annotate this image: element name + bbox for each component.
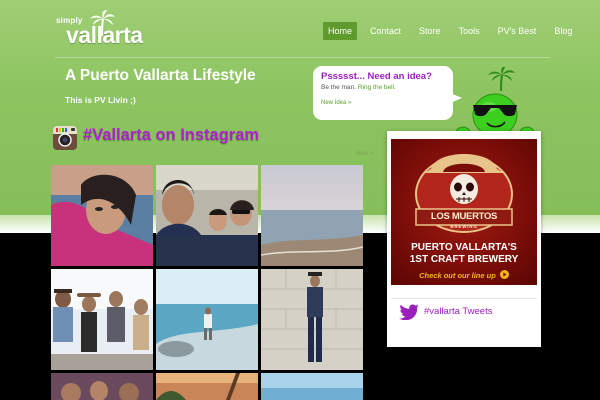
nav-item-pvs-best[interactable]: PV's Best	[493, 22, 542, 40]
photo-tile-1[interactable]	[51, 165, 153, 266]
nav-item-store[interactable]: Store	[414, 22, 446, 40]
photo-tile-7[interactable]	[51, 373, 153, 400]
photo-image	[51, 165, 153, 266]
sidebar: LOS MUERTOS BREWING PUERTO VALLARTA'S 1S…	[387, 131, 541, 347]
ring-bell-link[interactable]: Ring the bell.	[358, 84, 396, 91]
photo-tile-9[interactable]	[261, 373, 363, 400]
idea-heading: Pssssst... Need an idea?	[321, 71, 432, 82]
ad-brand-sub: BREWING	[450, 224, 478, 229]
mascot-image	[455, 67, 535, 139]
photo-tile-4[interactable]	[51, 269, 153, 370]
photo-image	[156, 165, 258, 266]
photo-tile-8[interactable]	[156, 373, 258, 400]
photo-image	[156, 373, 258, 400]
header-divider	[55, 57, 550, 58]
ad-brand-name: LOS MUERTOS	[430, 211, 498, 222]
nav-item-home[interactable]: Home	[323, 22, 358, 40]
instagram-icon[interactable]	[53, 126, 77, 150]
photo-image	[261, 269, 363, 370]
logo-name: vallarta	[66, 22, 143, 48]
nav-item-blog[interactable]: Blog	[549, 22, 577, 40]
photo-tile-5[interactable]	[156, 269, 258, 370]
photo-image	[261, 165, 363, 266]
main-nav: Home Contact Store Tools PV's Best Blog	[323, 22, 577, 40]
ad-cta-text: Check out our line up	[419, 271, 496, 280]
instagram-heading: #Vallarta on Instagram	[83, 126, 260, 144]
mascot-palm-icon	[488, 67, 515, 92]
photo-image	[156, 269, 258, 370]
ad-cta: Check out our line up	[391, 270, 537, 280]
photo-image	[261, 373, 363, 400]
photo-image	[51, 269, 153, 370]
twitter-bird-icon[interactable]	[399, 304, 419, 320]
photo-image	[51, 373, 153, 400]
photo-tile-6[interactable]	[261, 269, 363, 370]
idea-bubble: Pssssst... Need an idea? Be the man. Rin…	[313, 66, 453, 120]
brewery-ad[interactable]: LOS MUERTOS BREWING PUERTO VALLARTA'S 1S…	[391, 139, 537, 285]
hero-title: A Puerto Vallarta Lifestyle	[65, 67, 256, 84]
tweets-section: #vallarta Tweets	[391, 298, 537, 342]
idea-text-static: Be the man.	[321, 84, 357, 91]
site-logo[interactable]: simply vallarta	[56, 10, 146, 48]
ad-headline-2: 1ST CRAFT BREWERY	[409, 254, 519, 265]
new-idea-link[interactable]: New Idea »	[321, 100, 445, 106]
nav-item-contact[interactable]: Contact	[365, 22, 406, 40]
ad-headline-1: PUERTO VALLARTA'S	[411, 242, 517, 253]
photo-tile-3[interactable]	[261, 165, 363, 266]
nav-item-tools[interactable]: Tools	[454, 22, 485, 40]
play-circle-icon	[499, 270, 509, 279]
photo-tile-2[interactable]	[156, 165, 258, 266]
hero-subtitle: This is PV Livin ;)	[65, 95, 136, 105]
next-link[interactable]: Next »	[356, 151, 373, 157]
tweets-label[interactable]: #vallarta Tweets	[424, 306, 492, 317]
idea-text: Be the man. Ring the bell.	[321, 84, 445, 91]
